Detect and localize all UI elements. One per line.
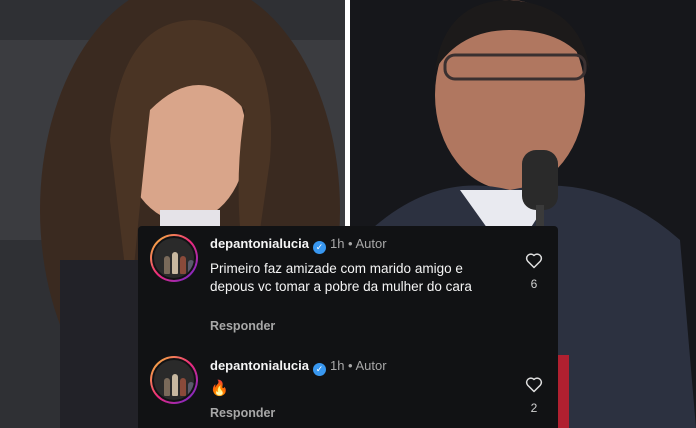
comment-item: depantonialucia ✓ 1h • Autor 🔥 Responder 2 (138, 346, 558, 428)
separator-dot: • (344, 236, 356, 251)
comment-text: 🔥 (210, 380, 229, 397)
like-count: 2 (530, 401, 538, 415)
like-count: 6 (530, 277, 538, 291)
comment-time: 1h (329, 358, 345, 373)
comment-text: Primeiro faz amizade com marido amigo e … (210, 261, 472, 294)
author-tag: Autor (355, 358, 387, 373)
reply-button[interactable]: Responder (210, 406, 275, 420)
instagram-comment-card: depantonialucia ✓ 1h • Autor Primeiro faz … (138, 226, 558, 428)
author-tag: Autor (355, 236, 387, 251)
username[interactable]: depantonialucia (210, 236, 309, 251)
comment-item: depantonialucia ✓ 1h • Autor Primeiro faz … (138, 226, 558, 336)
avatar[interactable] (150, 234, 198, 282)
verified-badge-icon: ✓ (312, 241, 326, 254)
separator-dot: • (344, 358, 356, 373)
verified-badge-icon: ✓ (312, 363, 326, 376)
avatar[interactable] (150, 356, 198, 404)
comment-time: 1h (329, 236, 345, 251)
reply-button[interactable]: Responder (210, 319, 275, 333)
heart-icon[interactable] (524, 374, 544, 394)
comment-header: depantonialucia ✓ 1h • Autor (210, 236, 387, 254)
heart-icon[interactable] (524, 250, 544, 270)
comment-header: depantonialucia ✓ 1h • Autor (210, 358, 387, 376)
username[interactable]: depantonialucia (210, 358, 309, 373)
